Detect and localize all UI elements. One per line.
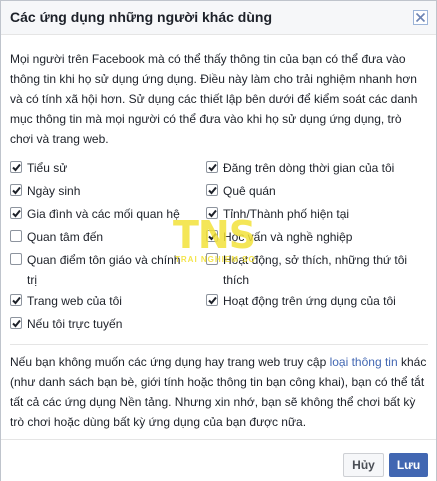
info-types-link[interactable]: loại thông tin [330, 355, 398, 369]
dialog-header: Các ứng dụng những người khác dùng [1, 1, 436, 35]
intro-text: Mọi người trên Facebook mà có thể thấy t… [10, 52, 418, 146]
checkbox[interactable] [10, 207, 22, 219]
check-icon [12, 186, 21, 195]
permission-timeline-posts[interactable]: Đăng trên dòng thời gian của tôi [206, 158, 431, 178]
permission-app-activity[interactable]: Hoạt động trên ứng dụng của tôi [206, 291, 431, 311]
permission-label: Quan điểm tôn giáo và chính trị [27, 253, 181, 287]
permission-interested-in[interactable]: Quan tâm đến [10, 227, 190, 247]
footer-text-before: Nếu bạn không muốn các ứng dụng hay tran… [10, 355, 330, 369]
permission-label: Gia đình và các mối quan hệ [27, 207, 180, 221]
permission-birthday[interactable]: Ngày sinh [10, 181, 190, 201]
checkbox[interactable] [10, 317, 22, 329]
permission-label: Tiểu sử [27, 161, 68, 175]
checkbox[interactable] [10, 230, 22, 242]
permission-label: Trang web của tôi [27, 294, 122, 308]
checkbox[interactable] [10, 161, 22, 173]
permission-label: Đăng trên dòng thời gian của tôi [223, 161, 395, 175]
close-button[interactable] [413, 10, 428, 25]
check-icon [12, 163, 21, 172]
cancel-button[interactable]: Hủy [343, 453, 384, 477]
dialog-title: Các ứng dụng những người khác dùng [10, 9, 273, 25]
check-icon [208, 186, 217, 195]
permission-my-website[interactable]: Trang web của tôi [10, 291, 190, 311]
apps-others-use-dialog: Các ứng dụng những người khác dùng Mọi n… [0, 0, 437, 481]
permission-religious-political-views[interactable]: Quan điểm tôn giáo và chính trị [10, 250, 190, 290]
checkbox[interactable] [10, 294, 22, 306]
permission-label: Quê quán [223, 184, 276, 198]
check-icon [12, 296, 21, 305]
watermark-logo-text: TNS [173, 213, 256, 257]
footer-note: Nếu bạn không muốn các ứng dụng hay tran… [10, 352, 428, 432]
check-icon [208, 296, 217, 305]
section-divider [10, 344, 428, 345]
permission-label: Ngày sinh [27, 184, 81, 198]
permission-label: Hoạt động trên ứng dụng của tôi [223, 294, 396, 308]
permission-bio[interactable]: Tiểu sử [10, 158, 190, 178]
checkbox[interactable] [10, 184, 22, 196]
close-icon [415, 12, 426, 23]
checkbox[interactable] [10, 253, 22, 265]
check-icon [12, 319, 21, 328]
permission-family-relationships[interactable]: Gia đình và các mối quan hệ [10, 204, 200, 224]
permission-label: Quan tâm đến [27, 230, 104, 244]
dialog-button-bar: Hủy Lưu [1, 439, 436, 481]
checkbox[interactable] [206, 294, 218, 306]
save-button[interactable]: Lưu [389, 453, 428, 477]
permission-hometown[interactable]: Quê quán [206, 181, 431, 201]
permission-online-status[interactable]: Nếu tôi trực tuyến [10, 314, 190, 334]
check-icon [12, 209, 21, 218]
check-icon [208, 163, 217, 172]
checkbox[interactable] [206, 184, 218, 196]
permission-label: Nếu tôi trực tuyến [27, 317, 123, 331]
checkbox[interactable] [206, 161, 218, 173]
watermark-logo: TNS TRAI NGHIEM SO [173, 213, 256, 273]
watermark-tagline: TRAI NGHIEM SO [175, 255, 256, 264]
